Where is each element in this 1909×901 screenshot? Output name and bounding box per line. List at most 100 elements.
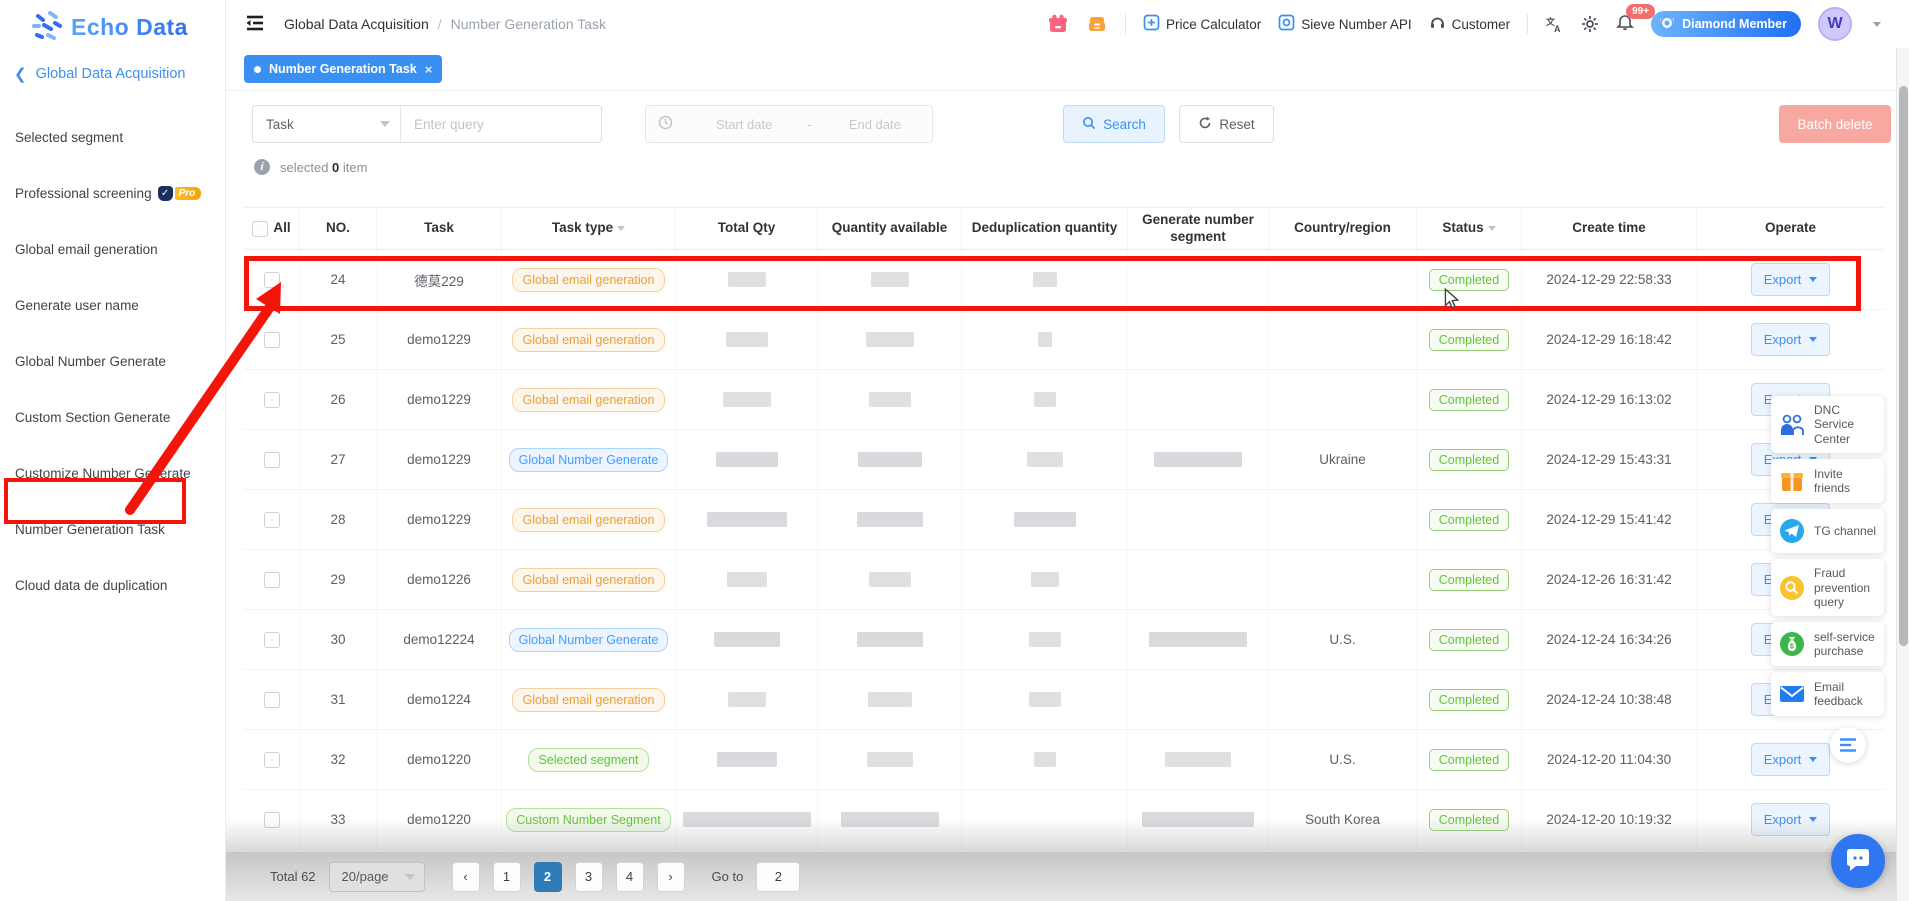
- goto-page-input[interactable]: 2: [756, 862, 800, 892]
- query-input[interactable]: Enter query: [401, 106, 601, 142]
- search-icon: [1082, 116, 1096, 133]
- nav-customer[interactable]: Customer: [1429, 14, 1511, 34]
- menu-fold-icon[interactable]: [244, 12, 268, 36]
- sidebar-item-global-email-generation[interactable]: Global email generation: [0, 221, 225, 277]
- active-dot-icon: [254, 66, 261, 73]
- chevron-down-icon: [1809, 817, 1817, 822]
- header-status[interactable]: Status: [1417, 208, 1522, 249]
- export-button[interactable]: Export: [1751, 263, 1831, 296]
- table-row: 32 demo1220 Selected segment U.S. Comple…: [244, 730, 1884, 790]
- select-all-checkbox[interactable]: [252, 221, 268, 237]
- start-date-input[interactable]: Start date: [687, 117, 801, 132]
- live-chat-button[interactable]: [1831, 834, 1885, 888]
- sidebar-item-cloud-data-de-duplication[interactable]: Cloud data de duplication: [0, 557, 225, 613]
- page-button-4[interactable]: 4: [616, 862, 644, 892]
- wallet-icon[interactable]: [1086, 13, 1108, 35]
- row-checkbox[interactable]: [264, 812, 280, 828]
- page-button-1[interactable]: 1: [493, 862, 521, 892]
- tab-number-generation-task[interactable]: Number Generation Task ×: [244, 55, 442, 83]
- task-type-tag: Global email generation: [512, 568, 664, 592]
- task-type-tag: Global Number Generate: [509, 628, 669, 652]
- row-checkbox[interactable]: [264, 752, 280, 768]
- batch-delete-button[interactable]: Batch delete: [1779, 105, 1891, 143]
- self-service-purchase-card[interactable]: $ self-service purchase: [1771, 622, 1884, 666]
- fraud-prevention-card[interactable]: Fraud prevention query: [1771, 559, 1884, 616]
- sort-caret-icon: [1488, 226, 1496, 231]
- sidebar-item-global-number-generate[interactable]: Global Number Generate: [0, 333, 225, 389]
- prev-page-button[interactable]: ‹: [452, 862, 480, 892]
- next-page-button[interactable]: ›: [657, 862, 685, 892]
- invite-friends-card[interactable]: Invite friends: [1771, 459, 1884, 503]
- sidebar-item-professional-screening[interactable]: Professional screening ✓ Pro: [0, 165, 225, 221]
- tg-channel-card[interactable]: TG channel: [1771, 509, 1884, 553]
- sidebar-menu: Selected segment Professional screening …: [0, 109, 225, 613]
- avatar[interactable]: W: [1818, 7, 1852, 41]
- gift-icon: [1777, 466, 1807, 496]
- sidebar-item-selected-segment[interactable]: Selected segment: [0, 109, 225, 165]
- notification-badge: 99+: [1626, 4, 1655, 19]
- email-feedback-card[interactable]: Email feedback: [1771, 672, 1884, 716]
- gear-icon[interactable]: [1581, 15, 1599, 33]
- chevron-down-icon: [380, 121, 390, 127]
- search-button[interactable]: Search: [1063, 105, 1165, 143]
- date-range-picker[interactable]: Start date - End date: [645, 105, 933, 143]
- row-checkbox[interactable]: [264, 572, 280, 588]
- table-row: 30 demo12224 Global Number Generate U.S.…: [244, 610, 1884, 670]
- page-size-select[interactable]: 20/page: [329, 862, 425, 892]
- reset-button[interactable]: Reset: [1179, 105, 1274, 143]
- table-row: 24 德莫229 Global email generation Complet…: [244, 250, 1884, 310]
- page-button-2-active[interactable]: 2: [534, 862, 562, 892]
- export-button[interactable]: Export: [1751, 803, 1831, 836]
- task-filter-select[interactable]: Task: [253, 106, 401, 142]
- sidebar-item-custom-section-generate[interactable]: Custom Section Generate: [0, 389, 225, 445]
- logo: Echo Data: [0, 0, 225, 47]
- divider: [1527, 14, 1528, 34]
- row-checkbox[interactable]: [264, 332, 280, 348]
- scrollbar-track: [1896, 48, 1909, 901]
- sidebar-back-link[interactable]: ❮ Global Data Acquisition: [0, 47, 225, 83]
- task-type-tag: Global email generation: [512, 388, 664, 412]
- export-button[interactable]: Export: [1751, 323, 1831, 356]
- divider: [1125, 14, 1126, 34]
- main-content: Task Enter query Start date - End date: [226, 91, 1909, 852]
- nav-sieve-number-api[interactable]: Sieve Number API: [1278, 14, 1411, 34]
- breadcrumb: Global Data Acquisition / Number Generat…: [284, 16, 606, 32]
- calculator-icon: [1143, 14, 1160, 34]
- pagination-bar: Total 62 20/page ‹ 1 2 3 4 › Go to 2: [226, 852, 1909, 901]
- table-header-row: All NO. Task Task type Total Qty Quantit…: [244, 207, 1884, 250]
- end-date-input[interactable]: End date: [818, 117, 932, 132]
- chevron-left-icon: ❮: [14, 65, 27, 83]
- sidebar-item-number-generation-task[interactable]: Number Generation Task: [0, 501, 225, 557]
- row-checkbox[interactable]: [264, 512, 280, 528]
- gift-icon[interactable]: [1047, 13, 1069, 35]
- telegram-icon: [1777, 516, 1807, 546]
- medal-icon: [1657, 13, 1677, 36]
- floating-menu: DNC Service Center Invite friends TG cha…: [1771, 396, 1884, 716]
- chevron-down-icon[interactable]: [1873, 22, 1881, 27]
- topbar: Global Data Acquisition / Number Generat…: [226, 0, 1909, 91]
- member-badge[interactable]: Diamond Member: [1651, 11, 1801, 37]
- scrollbar-thumb[interactable]: [1899, 86, 1908, 646]
- breadcrumb-root[interactable]: Global Data Acquisition: [284, 16, 429, 32]
- row-checkbox[interactable]: [264, 452, 280, 468]
- task-type-tag: Global email generation: [512, 328, 664, 352]
- notifications-bell[interactable]: 99+: [1616, 12, 1634, 36]
- logo-icon: [30, 8, 64, 47]
- row-checkbox[interactable]: [264, 272, 280, 288]
- row-checkbox[interactable]: [264, 392, 280, 408]
- task-type-tag: Custom Number Segment: [506, 808, 671, 832]
- nav-price-calculator[interactable]: Price Calculator: [1143, 14, 1261, 34]
- close-icon[interactable]: ×: [425, 62, 433, 77]
- sidebar-item-customize-number-generate[interactable]: Customize Number Generate: [0, 445, 225, 501]
- page-button-3[interactable]: 3: [575, 862, 603, 892]
- tab-bar: Number Generation Task ×: [226, 48, 1909, 90]
- row-checkbox[interactable]: [264, 692, 280, 708]
- export-button[interactable]: Export: [1751, 743, 1831, 776]
- widget-collapse-toggle[interactable]: [1830, 727, 1866, 763]
- header-task-type[interactable]: Task type: [502, 208, 676, 249]
- translate-icon[interactable]: 文 A: [1545, 15, 1564, 34]
- sidebar-item-generate-user-name[interactable]: Generate user name: [0, 277, 225, 333]
- row-checkbox[interactable]: [264, 632, 280, 648]
- chevron-down-icon: [1809, 277, 1817, 282]
- dnc-service-center-card[interactable]: DNC Service Center: [1771, 396, 1884, 453]
